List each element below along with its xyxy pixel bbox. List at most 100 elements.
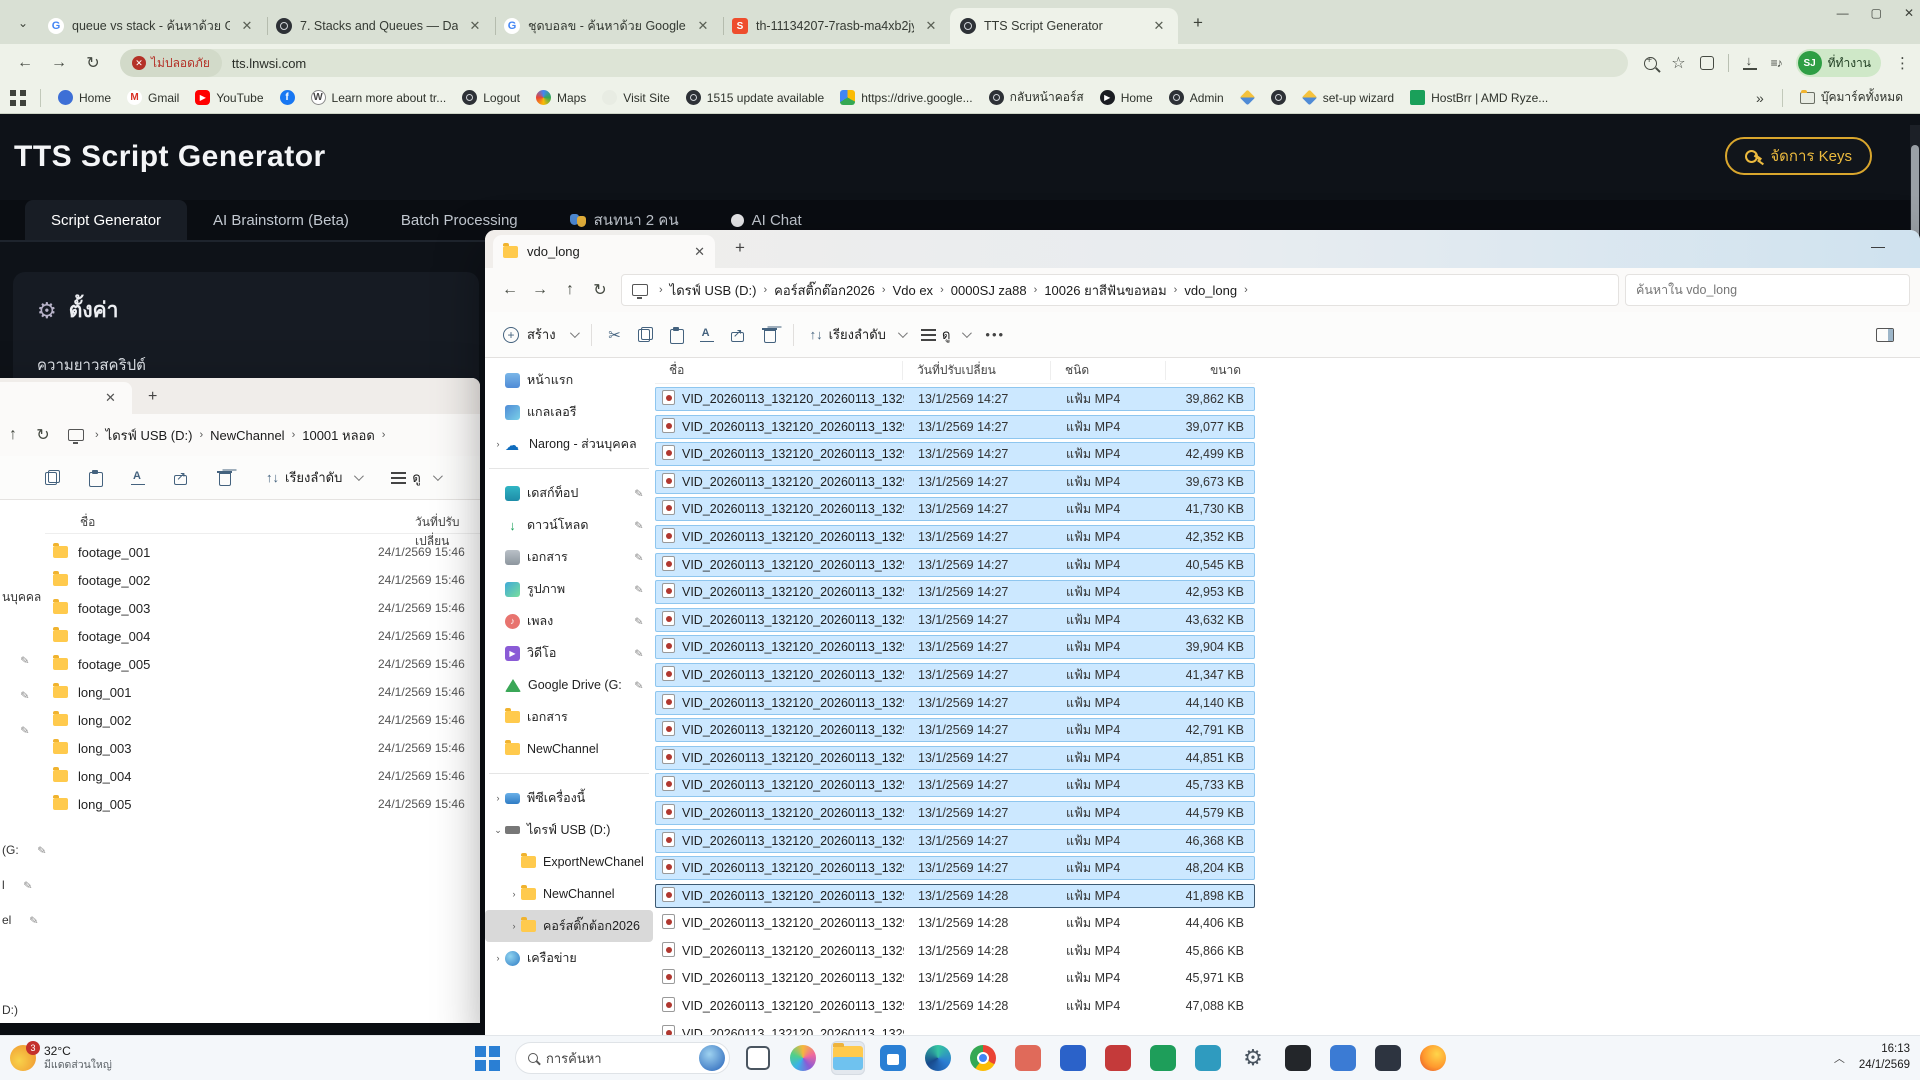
tab-close-icon[interactable]: ✕ (1150, 17, 1168, 35)
file-row[interactable]: VID_20260113_132120_20260113_132919_9...… (655, 884, 1255, 908)
fg-minimize-button[interactable]: — (1871, 238, 1885, 254)
bg-folder-row[interactable]: footage_00424/1/2569 15:46 (45, 622, 480, 650)
bg-sidebar-fragment[interactable]: l✏ (2, 878, 32, 892)
sidebar-item[interactable]: หน้าแรก (485, 364, 653, 396)
taskbar-search-box[interactable]: การค้นหา (515, 1042, 730, 1074)
fg-rename-icon[interactable] (700, 327, 715, 342)
file-row[interactable]: VID_20260113_132120_20260113_132919_9...… (655, 442, 1255, 466)
sidebar-item[interactable]: ♪เพลง✏ (485, 605, 653, 637)
taskbar-app-copilot[interactable] (786, 1041, 820, 1075)
breadcrumb-item[interactable]: Vdo ex (893, 283, 933, 298)
bg-folder-row[interactable]: long_00424/1/2569 15:46 (45, 762, 480, 790)
breadcrumb-item[interactable]: vdo_long (1184, 283, 1237, 298)
file-row[interactable]: VID_20260113_132120_20260113_132919_9...… (655, 801, 1255, 825)
browser-menu-icon[interactable]: ⋮ (1895, 54, 1910, 72)
downloads-icon[interactable] (1743, 56, 1757, 70)
apps-grid-icon[interactable] (10, 90, 26, 106)
bookmark-item[interactable]: Home (51, 87, 118, 108)
fg-breadcrumb-bar[interactable]: ›ไดรฟ์ USB (D:)›คอร์สติ๊กต๊อก2026›Vdo ex… (621, 274, 1619, 306)
fg-col-type[interactable]: ชนิด (1051, 361, 1166, 380)
bookmark-item[interactable]: Admin (1162, 87, 1231, 108)
sidebar-item[interactable]: ›☁Narong - ส่วนบุคคล (485, 428, 653, 460)
taskbar-app-settings[interactable]: ⚙ (1236, 1041, 1270, 1075)
bookmark-item[interactable]: MGmail (120, 87, 186, 108)
bg-sidebar-fragment[interactable]: D:) (2, 1003, 18, 1017)
fg-paste-icon[interactable] (669, 327, 684, 342)
tab-close-icon[interactable]: ✕ (466, 17, 484, 35)
profile-chip[interactable]: SJ ที่ทำงาน (1796, 49, 1881, 77)
taskbar-app-app-green[interactable] (1146, 1041, 1180, 1075)
bg-sort-button[interactable]: ↑↓เรียงลำดับ (258, 467, 369, 488)
file-row[interactable]: VID_20260113_132120_20260113_132919_9...… (655, 773, 1255, 797)
bg-sidebar-fragment[interactable]: (G:✏ (2, 843, 46, 857)
tab-close-icon[interactable]: ✕ (238, 17, 256, 35)
fg-back-button[interactable]: ← (495, 275, 525, 305)
sidebar-item[interactable]: เดสก์ท็อป✏ (485, 477, 653, 509)
bg-tab-close-icon[interactable]: ✕ (105, 390, 116, 406)
tts-tab-ai-brainstorm-(beta)[interactable]: AI Brainstorm (Beta) (187, 200, 375, 240)
fg-new-tab-button[interactable]: + (735, 238, 745, 258)
bg-sidebar-fragment[interactable]: ✏ (2, 688, 29, 702)
fg-copy-icon[interactable] (638, 327, 653, 342)
file-row[interactable]: VID_20260113_132120_20260113_132919_9...… (655, 939, 1255, 963)
file-row[interactable]: VID_20260113_132120_20260113_132919_9...… (655, 608, 1255, 632)
file-row[interactable]: VID_20260113_132120_20260113_132919_9...… (655, 966, 1255, 990)
fg-refresh-button[interactable]: ↻ (585, 275, 615, 305)
sidebar-item[interactable]: ↓ดาวน์โหลด✏ (485, 509, 653, 541)
bg-view-button[interactable]: ดู (383, 467, 447, 488)
chevron-icon[interactable]: › (507, 889, 521, 899)
fg-search-box[interactable]: ค้นหาใน vdo_long (1625, 274, 1910, 306)
taskbar-app-app-blue2[interactable] (1326, 1041, 1360, 1075)
browser-tab[interactable]: 7. Stacks and Queues — Data S✕ (266, 8, 494, 44)
bookmark-item[interactable]: HostBrr | AMD Ryze... (1403, 87, 1555, 108)
fg-col-date[interactable]: วันที่ปรับเปลี่ยน (903, 361, 1051, 380)
bg-sidebar-fragment[interactable]: ✏ (2, 653, 29, 667)
sidebar-item[interactable]: ›NewChannel (485, 878, 653, 910)
tab-close-icon[interactable]: ✕ (922, 17, 940, 35)
taskbar-weather-widget[interactable]: 3 32°C มีแดดส่วนใหญ่ (10, 1044, 112, 1072)
taskbar-app-start[interactable] (470, 1041, 504, 1075)
chevron-icon[interactable]: › (491, 439, 505, 449)
bg-folder-row[interactable]: footage_00324/1/2569 15:46 (45, 594, 480, 622)
breadcrumb-item[interactable]: ไดรฟ์ USB (D:) (670, 280, 757, 301)
fg-details-pane-icon[interactable] (1876, 328, 1894, 342)
fg-explorer-tab[interactable]: vdo_long ✕ (493, 235, 715, 268)
sidebar-item[interactable]: เอกสาร (485, 701, 653, 733)
file-row[interactable]: VID_20260113_132120_20260113_132919_9...… (655, 553, 1255, 577)
file-row[interactable]: VID_20260113_132120_20260113_132919_9...… (655, 415, 1255, 439)
bookmark-item[interactable]: https://drive.google... (833, 87, 979, 108)
taskbar-app-app-teal[interactable] (1191, 1041, 1225, 1075)
bookmark-item[interactable]: 1515 update available (679, 87, 831, 108)
breadcrumb-item[interactable]: 10001 หลอด (302, 425, 375, 446)
file-row[interactable]: VID_20260113_132120_20260113_132919_9...… (655, 497, 1255, 521)
file-row[interactable]: VID_20260113_132120_20260113_132919_9...… (655, 525, 1255, 549)
file-row[interactable]: VID_20260113_132120_20260113_132919_9... (655, 1022, 1255, 1035)
taskbar-app-chrome[interactable] (966, 1041, 1000, 1075)
reload-button[interactable]: ↻ (78, 48, 108, 78)
file-row[interactable]: VID_20260113_132120_20260113_132919_9...… (655, 829, 1255, 853)
bg-sidebar-fragment[interactable]: el✏ (2, 913, 39, 927)
bg-folder-row[interactable]: long_00524/1/2569 15:46 (45, 790, 480, 818)
url-text[interactable]: tts.lnwsi.com (222, 56, 316, 71)
bookmark-item[interactable]: Logout (455, 87, 527, 108)
bookmark-item[interactable]: กลับหน้าคอร์ส (982, 85, 1091, 110)
media-playlist-icon[interactable]: ≡♪ (1771, 56, 1782, 70)
taskbar-app-store[interactable] (876, 1041, 910, 1075)
fg-delete-icon[interactable] (762, 327, 777, 342)
bg-folder-row[interactable]: footage_00124/1/2569 15:46 (45, 538, 480, 566)
zoom-icon[interactable] (1644, 57, 1657, 70)
bookmark-item[interactable]: ▶YouTube (188, 87, 270, 108)
bookmark-item[interactable]: Maps (529, 87, 593, 108)
sidebar-item[interactable]: NewChannel (485, 733, 653, 765)
taskbar-app-app-red[interactable] (1011, 1041, 1045, 1075)
bookmark-item[interactable]: f (273, 87, 302, 108)
window-minimize-button[interactable]: — (1837, 6, 1849, 20)
file-row[interactable]: VID_20260113_132120_20260113_132919_9...… (655, 470, 1255, 494)
sidebar-item[interactable]: ▶วิดีโอ✏ (485, 637, 653, 669)
bg-share-icon[interactable] (174, 470, 189, 485)
forward-button[interactable]: → (44, 48, 74, 78)
taskbar-app-taskview[interactable] (741, 1041, 775, 1075)
taskbar-app-app-crimson[interactable] (1101, 1041, 1135, 1075)
bg-folder-row[interactable]: footage_00224/1/2569 15:46 (45, 566, 480, 594)
fg-col-name[interactable]: ชื่อ (655, 361, 903, 380)
